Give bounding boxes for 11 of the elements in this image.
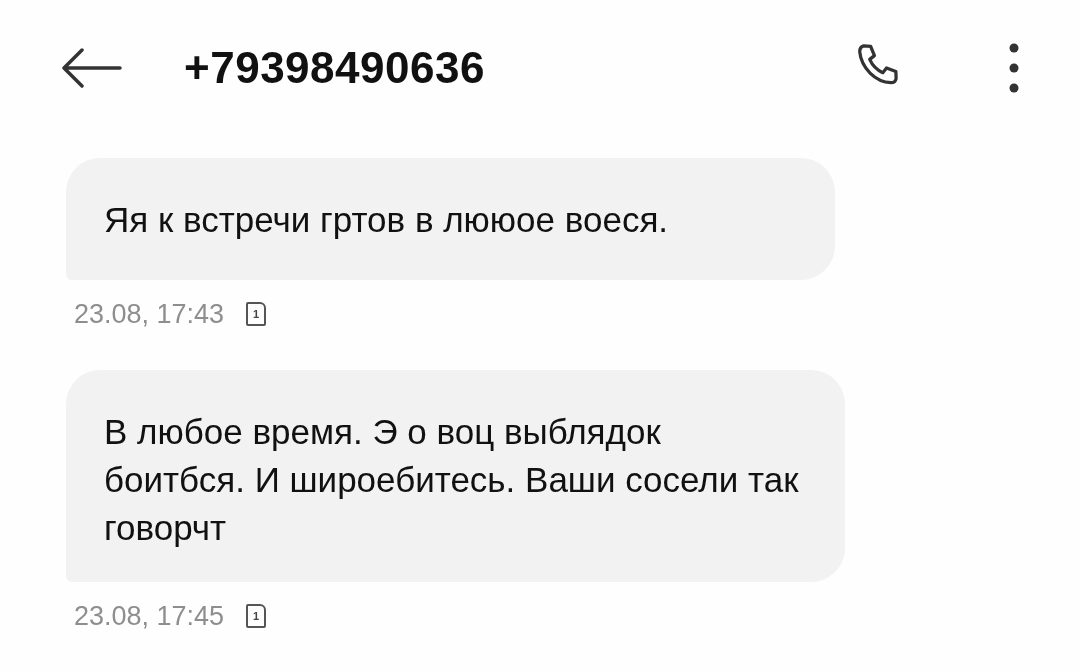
message-time: 23.08, 17:43 xyxy=(74,298,225,330)
sim-icon: 1 xyxy=(246,302,267,326)
message-bubble: В любое время. Э о воц выблядок боитбся. И широебитесь. Ваши сосели так говорчт xyxy=(66,370,845,582)
sim-icon: 1 xyxy=(246,604,267,628)
message-time: 23.08, 17:45 xyxy=(74,600,225,632)
back-arrow-icon xyxy=(60,47,122,88)
contact-phone-number: +79398490636 xyxy=(184,42,486,93)
back-button[interactable] xyxy=(60,47,122,88)
message-bubble: Яя к встречи гртов в лююое воеся. xyxy=(66,158,835,280)
more-options-button[interactable] xyxy=(1008,41,1020,94)
menu-icon xyxy=(1008,41,1020,94)
